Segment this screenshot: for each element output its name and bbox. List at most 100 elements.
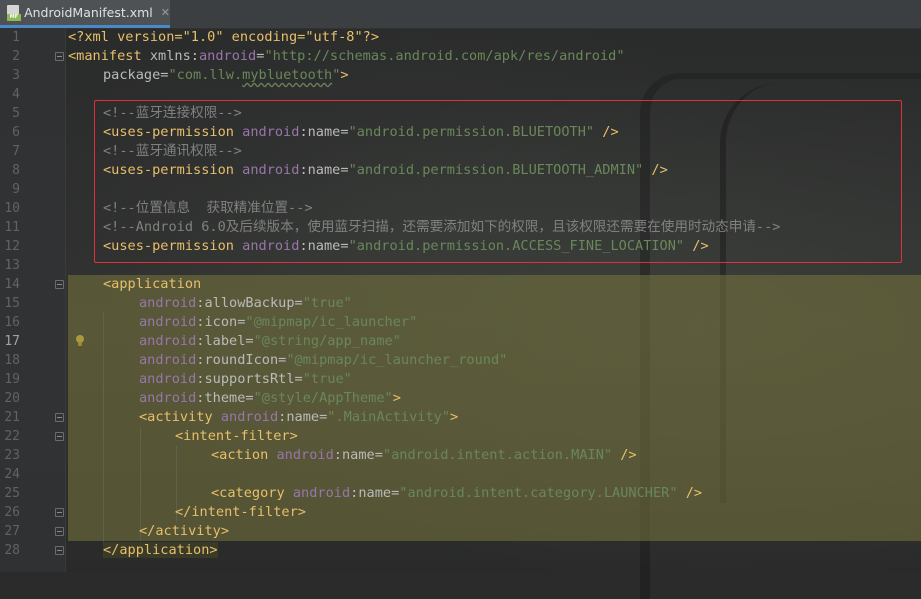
activity-close-tag: </activity> xyxy=(139,523,230,539)
fold-toggle-icon[interactable] xyxy=(55,52,64,61)
code-line-21: <activity android:name=".MainActivity"> xyxy=(139,408,458,427)
application-open-tag: <application xyxy=(103,276,202,292)
attr-name: icon xyxy=(204,314,238,330)
line-number: 19 xyxy=(4,372,20,387)
attr-value: "android.permission.ACCESS_FINE_LOCATION… xyxy=(348,238,685,254)
code-line-19: android:supportsRtl="true" xyxy=(139,370,352,389)
fold-toggle-icon[interactable] xyxy=(55,508,64,517)
attr-namespace: android xyxy=(242,162,300,178)
code-line-23: <action android:name="android.intent.act… xyxy=(211,446,637,465)
xml-file-icon: MF xyxy=(7,4,21,21)
attr-name: label xyxy=(204,333,246,349)
file-icon-badge: MF xyxy=(7,13,21,21)
tab-android-manifest[interactable]: MF AndroidManifest.xml ✕ xyxy=(0,0,170,28)
line-number: 1 xyxy=(12,30,20,45)
colon: : xyxy=(333,447,342,463)
code-line-5: <!--蓝牙连接权限--> xyxy=(103,104,242,123)
tag-self-close: /> xyxy=(677,485,703,501)
code-line-27: </activity> xyxy=(139,522,229,541)
attr-name: name xyxy=(307,124,341,140)
attr-namespace: android xyxy=(139,371,197,387)
code-line-3: package="com.llw.mybluetooth"> xyxy=(103,66,349,85)
fold-toggle-icon[interactable] xyxy=(55,413,64,422)
equals-sign: = xyxy=(340,238,349,254)
line-number: 21 xyxy=(4,410,20,425)
tag-close: > xyxy=(450,409,459,425)
uses-permission-tag: <uses-permission xyxy=(103,238,243,254)
tag-self-close: /> xyxy=(643,162,668,178)
intent-filter-close-tag: </intent-filter> xyxy=(175,504,306,520)
attr-name: roundIcon xyxy=(204,352,279,368)
code-line-11: <!--Android 6.0及后续版本，使用蓝牙扫描，还需要添加如下的权限，且… xyxy=(103,218,780,237)
fold-toggle-icon[interactable] xyxy=(55,546,64,555)
line-number: 14 xyxy=(4,277,20,292)
code-line-6: <uses-permission android:name="android.p… xyxy=(103,123,619,142)
attr-value: "android.intent.category.LAUNCHER" xyxy=(399,485,678,501)
code-line-15: android:allowBackup="true" xyxy=(139,294,352,313)
attr-value: "android.permission.BLUETOOTH" xyxy=(348,124,595,140)
colon: : xyxy=(299,238,308,254)
attr-name: name xyxy=(307,162,341,178)
code-editor[interactable]: <?xml version="1.0" encoding="utf-8"?> <… xyxy=(68,28,921,572)
attr-xmlns: xmlns: xyxy=(149,48,199,64)
attr-namespace: android xyxy=(139,333,197,349)
attr-value: "android.permission.BLUETOOTH_ADMIN" xyxy=(348,162,644,178)
line-number: 2 xyxy=(12,49,20,64)
code-line-1: <?xml version="1.0" encoding="utf-8"?> xyxy=(68,28,379,47)
attr-name: name xyxy=(286,409,320,425)
attr-value: ".MainActivity" xyxy=(327,409,451,425)
attr-namespace: android xyxy=(242,238,300,254)
activity-open-tag: <activity xyxy=(139,409,221,425)
attr-namespace: android xyxy=(139,390,197,406)
equals-sign: = xyxy=(340,124,349,140)
comment: <!--蓝牙连接权限--> xyxy=(103,105,242,121)
line-number: 6 xyxy=(12,125,20,140)
tag-close: > xyxy=(392,390,401,406)
line-number: 25 xyxy=(4,486,20,501)
attr-value: "@style/AppTheme" xyxy=(253,390,393,406)
equals-sign: = xyxy=(340,162,349,178)
close-icon[interactable]: ✕ xyxy=(161,6,170,19)
code-line-12: <uses-permission android:name="android.p… xyxy=(103,237,709,256)
fold-toggle-icon[interactable] xyxy=(55,527,64,536)
attr-value-spellcheck: mybluetooth xyxy=(242,67,333,83)
line-number: 17 xyxy=(4,334,20,349)
tab-title: AndroidManifest.xml xyxy=(24,5,153,20)
fold-toggle-icon[interactable] xyxy=(55,432,64,441)
tag-self-close: /> xyxy=(612,447,637,463)
attr-name: name xyxy=(358,485,392,501)
uses-permission-tag: <uses-permission xyxy=(103,124,243,140)
attr-namespace: android xyxy=(139,352,197,368)
comment: <!--蓝牙通讯权限--> xyxy=(103,143,242,159)
line-number: 11 xyxy=(4,220,20,235)
attr-namespace: android xyxy=(198,48,257,64)
xml-declaration: <?xml version="1.0" encoding="utf-8"?> xyxy=(68,29,379,45)
attr-namespace: android xyxy=(276,447,334,463)
line-number: 7 xyxy=(12,144,20,159)
attr-value: "@string/app_name" xyxy=(253,333,401,349)
attr-name: theme xyxy=(204,390,246,406)
uses-permission-tag: <uses-permission xyxy=(103,162,243,178)
intent-filter-open-tag: <intent-filter> xyxy=(175,428,298,444)
line-number: 12 xyxy=(4,239,20,254)
colon: : xyxy=(299,162,308,178)
attr-name: supportsRtl xyxy=(204,371,295,387)
line-number: 10 xyxy=(4,201,20,216)
code-line-10: <!--位置信息 获取精准位置--> xyxy=(103,199,313,218)
line-number: 4 xyxy=(12,87,20,102)
colon: : xyxy=(299,124,308,140)
line-number: 16 xyxy=(4,315,20,330)
code-line-16: android:icon="@mipmap/ic_launcher" xyxy=(139,313,417,332)
line-number: 5 xyxy=(12,106,20,121)
code-line-28: </application> xyxy=(103,541,218,560)
attr-value: "android.intent.action.MAIN" xyxy=(382,447,613,463)
attr-value: "@mipmap/ic_launcher" xyxy=(245,314,418,330)
attr-namespace: android xyxy=(242,124,300,140)
code-line-2: <manifest xmlns:android="http://schemas.… xyxy=(68,47,625,66)
line-number: 13 xyxy=(4,258,20,273)
code-line-18: android:roundIcon="@mipmap/ic_launcher_r… xyxy=(139,351,507,370)
fold-toggle-icon[interactable] xyxy=(55,280,64,289)
equals-sign: = xyxy=(294,295,303,311)
editor-tab-bar: MF AndroidManifest.xml ✕ xyxy=(0,0,921,29)
attr-value: "http://schemas.android.com/apk/res/andr… xyxy=(264,48,625,64)
